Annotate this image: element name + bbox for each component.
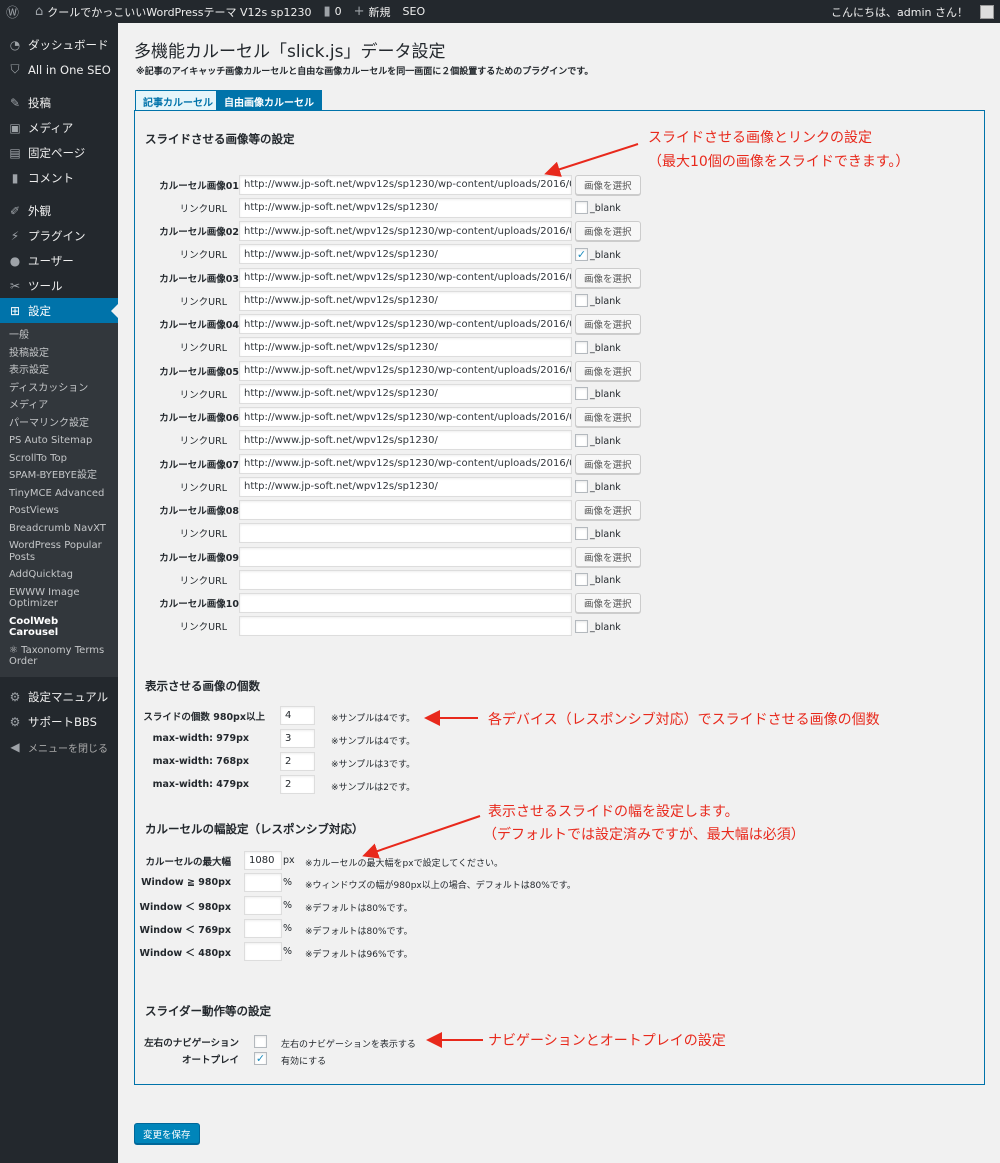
sidebar-item-manual[interactable]: ⚙ 設定マニュアル <box>0 685 118 710</box>
submenu-item[interactable]: AddQuicktag <box>0 566 118 584</box>
submenu-item[interactable]: WordPress Popular Posts <box>0 537 118 566</box>
submenu-item[interactable]: 一般 <box>0 327 118 345</box>
page-icon: ▤ <box>9 145 21 160</box>
annotation-2: 各デバイス（レスポンシブ対応）でスライドさせる画像の個数 <box>488 712 880 728</box>
sidebar-item-support[interactable]: ⚙ サポートBBS <box>0 710 118 735</box>
plus-icon: + <box>353 4 365 19</box>
seo-icon: ⛉ <box>10 62 20 76</box>
settings-icon: ⊞ <box>9 303 21 318</box>
submenu-item[interactable]: ScrollTo Top <box>0 450 118 468</box>
media-icon: ▣ <box>9 120 21 135</box>
dashboard-icon: ◔ <box>9 37 21 52</box>
comment-icon: ▮ <box>11 170 19 185</box>
sidebar-item-posts[interactable]: ✎ 投稿 <box>0 90 118 115</box>
avatar[interactable] <box>980 4 994 19</box>
arrow-3 <box>362 815 481 859</box>
new-content-link[interactable]: + 新規 <box>348 0 397 23</box>
annotation-1-line1: スライドさせる画像とリンクの設定 <box>648 130 872 146</box>
submenu-item[interactable]: 表示設定 <box>0 362 118 380</box>
submenu-item[interactable]: メディア <box>0 397 118 415</box>
annotation-arrows <box>362 143 639 1048</box>
sidebar-item-plugins[interactable]: ⚡ プラグイン <box>0 223 118 248</box>
submenu-item[interactable]: EWWW Image Optimizer <box>0 584 118 613</box>
seo-link[interactable]: SEO <box>397 0 432 23</box>
admin-sidebar: ◔ ダッシュボード ⛉ All in One SEO ✎ 投稿 ▣ メディア ▤ 固定ペー… <box>0 23 118 1163</box>
gear-icon: ⚙ <box>9 715 21 729</box>
annotation-3-line1: 表示させるスライドの幅を設定します。 <box>488 804 739 820</box>
sidebar-item-media[interactable]: ▣ メディア <box>0 115 118 140</box>
submenu-item[interactable]: PS Auto Sitemap <box>0 432 118 450</box>
gear-icon: ⚙ <box>9 690 21 704</box>
comments-link[interactable]: ▮ 0 <box>317 0 347 23</box>
collapse-menu-button[interactable]: ◀ メニューを閉じる <box>0 735 118 760</box>
sidebar-item-pages[interactable]: ▤ 固定ページ <box>0 140 118 165</box>
sidebar-item-tools[interactable]: ✂ ツール <box>0 273 118 298</box>
admin-bar: Ⓦ ⌂ クールでかっこいいWordPressテーマ V12s sp1230 ▮ 0 … <box>0 0 1000 23</box>
settings-submenu: 一般 投稿設定 表示設定 ディスカッション メディア パーマリンク設定 PS A… <box>0 323 118 677</box>
wordpress-logo-icon[interactable]: Ⓦ <box>0 0 29 23</box>
annotation-3-line2: （デフォルトでは設定済みですが、最大幅は必須） <box>483 827 805 843</box>
home-icon: ⌂ <box>35 4 44 19</box>
submenu-item[interactable]: ⚛ Taxonomy Terms Order <box>0 642 118 671</box>
sidebar-item-seo[interactable]: ⛉ All in One SEO <box>0 57 118 82</box>
main-content: 多機能カルーセル「slick.js」データ設定 ※記事のアイキャッチ画像カルーセ… <box>118 23 1000 1163</box>
submenu-item[interactable]: 投稿設定 <box>0 345 118 363</box>
user-icon: ● <box>9 253 21 268</box>
site-name-link[interactable]: ⌂ クールでかっこいいWordPressテーマ V12s sp1230 <box>29 0 317 23</box>
arrow-1 <box>544 143 639 177</box>
account-greeting[interactable]: こんにちは、admin さん！ <box>825 0 974 23</box>
submenu-item[interactable]: SPAM-BYEBYE設定 <box>0 467 118 485</box>
annotation-1-line2: （最大10個の画像をスライドできます。） <box>648 154 910 170</box>
submenu-item[interactable]: ディスカッション <box>0 380 118 398</box>
submenu-item[interactable]: PostViews <box>0 502 118 520</box>
submenu-item[interactable]: Breadcrumb NavXT <box>0 520 118 538</box>
collapse-icon: ◀ <box>10 740 20 754</box>
annotation-4: ナビゲーションとオートプレイの設定 <box>488 1033 726 1049</box>
wrench-icon: ✂ <box>9 278 21 293</box>
submenu-item-current[interactable]: CoolWeb Carousel <box>0 613 118 642</box>
sidebar-item-users[interactable]: ● ユーザー <box>0 248 118 273</box>
submenu-item[interactable]: TinyMCE Advanced <box>0 485 118 503</box>
sidebar-item-comments[interactable]: ▮ コメント <box>0 165 118 190</box>
plugin-icon: ⚡ <box>10 228 20 243</box>
brush-icon: ✐ <box>9 203 21 218</box>
pin-icon: ✎ <box>9 95 21 110</box>
comment-icon: ▮ <box>323 4 331 19</box>
sidebar-item-dashboard[interactable]: ◔ ダッシュボード <box>0 32 118 57</box>
submenu-item[interactable]: パーマリンク設定 <box>0 415 118 433</box>
taxonomy-icon: ⚛ <box>9 644 22 656</box>
sidebar-item-appearance[interactable]: ✐ 外観 <box>0 198 118 223</box>
sidebar-item-settings[interactable]: ⊞ 設定 <box>0 298 118 323</box>
